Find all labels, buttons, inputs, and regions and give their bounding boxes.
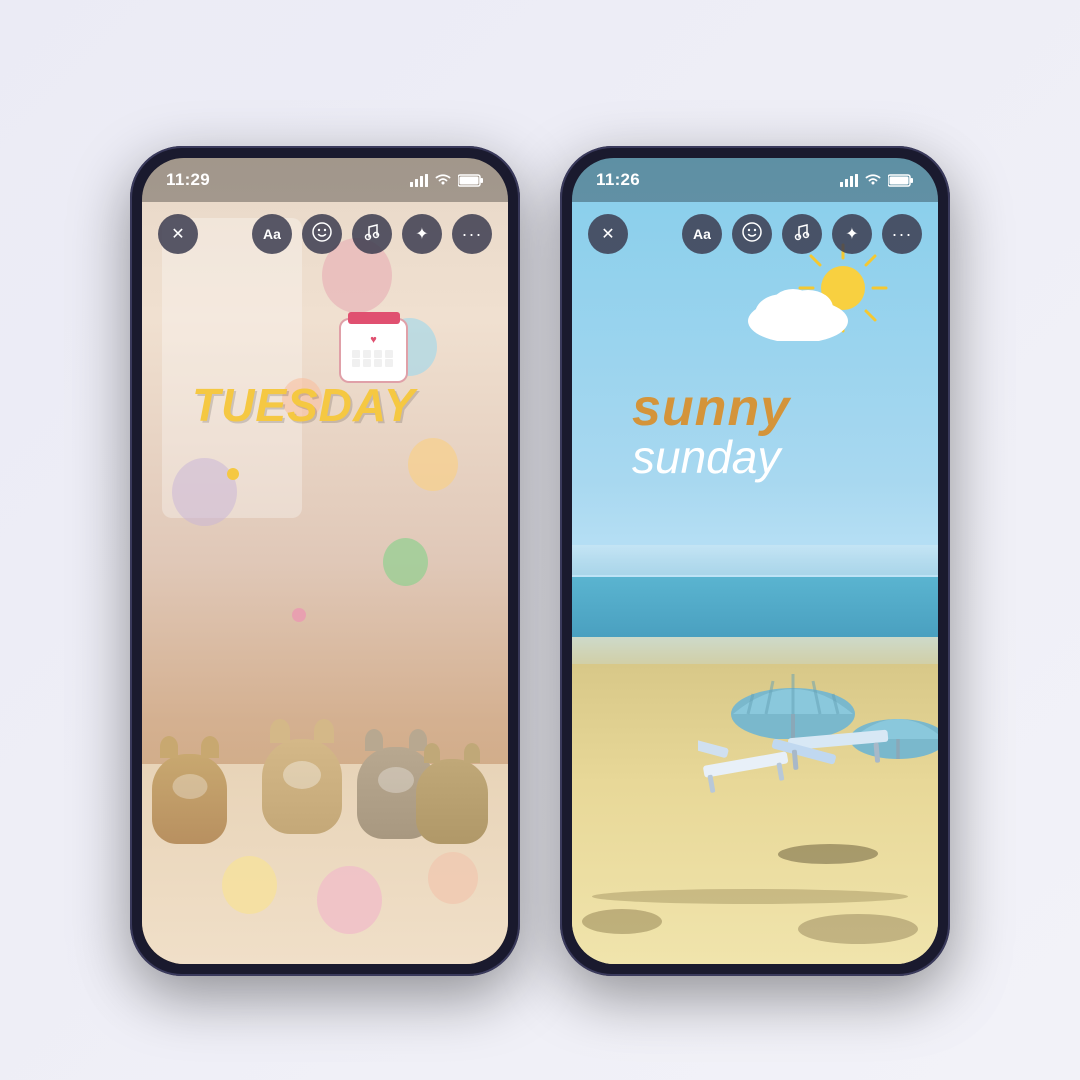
wifi-icon-left — [435, 174, 451, 187]
status-bar-left: 11:29 — [142, 158, 508, 202]
text-icon-left: Aa — [263, 226, 281, 242]
sparkle-icon-left: ✦ — [415, 224, 428, 244]
close-button-right[interactable]: ✕ — [588, 214, 628, 254]
toolbar-right: ✕ Aa — [572, 208, 938, 260]
beach-scene — [572, 514, 938, 964]
text-icon-right: Aa — [693, 226, 711, 242]
tuesday-text: TUESDAY — [192, 378, 415, 432]
face-button-right[interactable] — [732, 214, 772, 254]
more-button-left[interactable]: ··· — [452, 214, 492, 254]
cloud-sticker — [743, 276, 853, 346]
floor-balloon-yellow — [222, 856, 277, 914]
sunny-sunday-text: sunny sunday — [632, 378, 790, 484]
dot-yellow — [227, 468, 239, 480]
battery-icon-right — [888, 174, 914, 187]
close-button-left[interactable]: ✕ — [158, 214, 198, 254]
sparkle-icon-right: ✦ — [845, 224, 858, 244]
phone-right-screen: sunny sunday — [572, 158, 938, 964]
phone-left: TUESDAY ♥ — [130, 146, 520, 976]
more-button-right[interactable]: ··· — [882, 214, 922, 254]
cat-1 — [152, 754, 227, 844]
face-button-left[interactable] — [302, 214, 342, 254]
close-icon-right: ✕ — [601, 224, 614, 244]
signal-icon-left — [410, 174, 428, 187]
sunny-line1: sunny — [632, 378, 790, 438]
time-left: 11:29 — [166, 170, 210, 190]
face-icon-right — [742, 222, 762, 247]
more-icon-right: ··· — [892, 224, 913, 245]
status-bar-right: 11:26 — [572, 158, 938, 202]
music-button-right[interactable] — [782, 214, 822, 254]
lounge-chairs — [698, 704, 898, 809]
balloon-purple — [172, 458, 237, 526]
toolbar-left: ✕ Aa — [142, 208, 508, 260]
phone-left-screen: TUESDAY ♥ — [142, 158, 508, 964]
sand-texture — [592, 889, 908, 904]
music-icon-left — [363, 223, 381, 246]
music-button-left[interactable] — [352, 214, 392, 254]
sparkle-button-left[interactable]: ✦ — [402, 214, 442, 254]
text-button-left[interactable]: Aa — [252, 214, 292, 254]
cat-4 — [416, 759, 488, 844]
time-right: 11:26 — [596, 170, 640, 190]
sunny-line2: sunday — [632, 430, 790, 484]
more-icon-left: ··· — [462, 224, 483, 245]
calendar-sticker: ♥ — [339, 318, 408, 383]
sparkle-button-right[interactable]: ✦ — [832, 214, 872, 254]
phone-right: sunny sunday — [560, 146, 950, 976]
sand-shadow1 — [582, 909, 662, 934]
music-icon-right — [793, 223, 811, 246]
face-icon-left — [312, 222, 332, 247]
balloon-yellow — [408, 438, 458, 491]
cat-2 — [262, 739, 342, 834]
text-button-right[interactable]: Aa — [682, 214, 722, 254]
signal-icon-right — [840, 174, 858, 187]
floor-balloon-pink — [317, 866, 382, 934]
kitten-area — [142, 564, 508, 964]
battery-icon-left — [458, 174, 484, 187]
close-icon-left: ✕ — [171, 224, 184, 244]
status-icons-right — [840, 174, 914, 187]
sand-shadow2 — [798, 914, 918, 944]
wifi-icon-right — [865, 174, 881, 187]
status-icons-left — [410, 174, 484, 187]
floor-balloon-peach — [428, 852, 478, 904]
